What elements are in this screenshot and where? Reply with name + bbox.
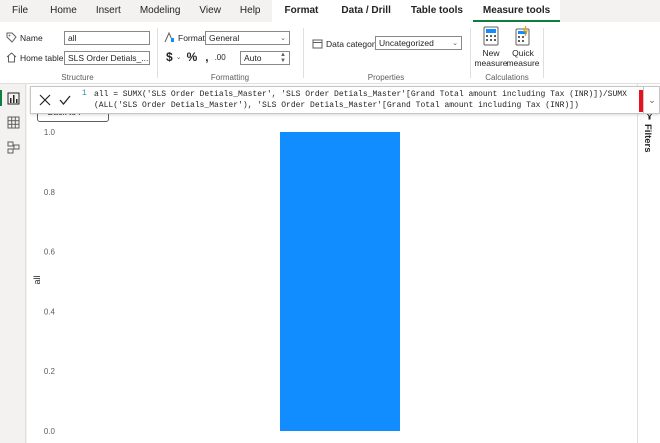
formula-text[interactable]: all = SUMX('SLS Order Detials_Master', '… [94, 89, 636, 111]
menu-table-tools[interactable]: Table tools [400, 0, 473, 22]
divider [157, 28, 158, 78]
calendar-icon [312, 39, 323, 49]
report-canvas: all 0.0 0.2 0.4 0.6 0.8 1.0 [27, 84, 637, 443]
divider [543, 28, 544, 78]
new-measure-button[interactable]: New measure [474, 26, 508, 68]
quick-measure-button[interactable]: Quick measure [506, 25, 540, 68]
line-number: 1 [82, 89, 87, 98]
home-icon [6, 52, 17, 63]
expand-formula-button[interactable]: ⌄ [643, 87, 660, 113]
chevron-down-icon: ⌄ [175, 54, 182, 61]
structure-group: Name all Home table SLS Order Detials_..… [0, 22, 155, 84]
quick-calculator-icon [515, 25, 530, 46]
format-label: Format [178, 32, 205, 43]
y-tick-label: 0.6 [44, 248, 56, 257]
cancel-formula-icon[interactable] [39, 94, 51, 106]
data-category-select[interactable]: Uncategorized ⌄ [375, 36, 462, 50]
name-row: Name [6, 32, 43, 43]
format-select[interactable]: General ⌄ [205, 31, 290, 45]
menu-file[interactable]: File [0, 0, 42, 22]
calculations-group: New measure Quick measure Calculations [472, 22, 542, 84]
model-view-icon[interactable] [7, 141, 20, 154]
menu-measure-tools[interactable]: Measure tools [472, 0, 561, 22]
tag-icon [6, 32, 17, 43]
name-input[interactable]: all [64, 31, 150, 45]
home-table-row: Home table [6, 52, 63, 63]
y-tick-label: 0.0 [44, 427, 56, 436]
percent-button[interactable]: % [187, 50, 198, 64]
format-row: Format [164, 32, 205, 43]
divider [470, 28, 471, 78]
spinner-icon[interactable]: ▲ ▼ [280, 52, 286, 64]
home-table-label: Home table [20, 52, 64, 63]
menu-bar: File Home Insert Modeling View Help Form… [0, 0, 660, 22]
properties-group: Data category Uncategorized ⌄ Properties [306, 22, 466, 84]
new-measure-label-2: measure [474, 58, 508, 68]
new-measure-label-1: New [482, 48, 500, 58]
y-tick-label: 0.8 [44, 188, 56, 197]
chevron-down-icon: ⌄ [280, 35, 286, 42]
data-category-label: Data category [326, 38, 379, 49]
y-tick-label: 0.2 [44, 367, 56, 376]
report-view-icon[interactable] [7, 92, 20, 105]
dax-formula-bar[interactable]: 1 all = SUMX('SLS Order Detials_Master',… [30, 86, 660, 114]
decimals-value: Auto [244, 53, 262, 63]
menu-help[interactable]: Help [232, 0, 272, 22]
active-view-indicator [0, 90, 2, 106]
properties-label: Properties [367, 73, 405, 82]
divider [303, 28, 304, 78]
y-axis-label: all [32, 275, 42, 284]
menu-insert[interactable]: Insert [88, 0, 132, 22]
commit-formula-icon[interactable] [59, 94, 71, 106]
column-chart[interactable]: all 0.0 0.2 0.4 0.6 0.8 1.0 [27, 84, 637, 443]
filters-label: Filters [642, 124, 653, 153]
number-format-row: $ ⌄ % , .00 [166, 50, 226, 64]
decimal-button[interactable]: .00 [215, 53, 226, 62]
comma-button[interactable]: , [205, 50, 208, 64]
chart-bar[interactable] [280, 132, 400, 431]
currency-button[interactable]: $ [166, 50, 173, 64]
view-sidebar [0, 84, 26, 443]
ribbon: Name all Home table SLS Order Detials_..… [0, 22, 660, 84]
quick-measure-label-2: measure [506, 58, 540, 68]
format-icon [164, 32, 174, 43]
filters-pane[interactable]: Filters [637, 84, 660, 443]
formatting-group: Format General ⌄ $ ⌄ % , .00 Auto ▲ ▼ For… [160, 22, 300, 84]
menu-home[interactable]: Home [42, 0, 88, 22]
structure-label: Structure [61, 73, 94, 82]
quick-measure-label-1: Quick [512, 48, 534, 58]
y-tick-label: 0.4 [44, 307, 56, 316]
calculator-icon [483, 26, 499, 46]
home-table-select[interactable]: SLS Order Detials_... ⌄ [64, 51, 150, 65]
menu-view[interactable]: View [191, 0, 232, 22]
home-table-value: SLS Order Detials_... [68, 53, 149, 63]
chevron-down-icon: ⌄ [452, 40, 458, 47]
menu-data-drill[interactable]: Data / Drill [331, 0, 401, 22]
format-value: General [209, 33, 240, 43]
menu-modeling[interactable]: Modeling [132, 0, 192, 22]
formatting-label: Formatting [210, 73, 250, 82]
y-tick-label: 1.0 [44, 128, 56, 137]
name-value: all [68, 33, 77, 43]
name-label: Name [20, 32, 43, 43]
table-view-icon[interactable] [7, 116, 20, 129]
calculations-label: Calculations [485, 73, 529, 82]
menu-format[interactable]: Format [271, 0, 332, 22]
data-category-row: Data category [312, 38, 379, 49]
chevron-down-icon: ⌄ [648, 94, 656, 105]
data-category-value: Uncategorized [379, 38, 434, 48]
decimals-input[interactable]: Auto ▲ ▼ [240, 51, 290, 65]
